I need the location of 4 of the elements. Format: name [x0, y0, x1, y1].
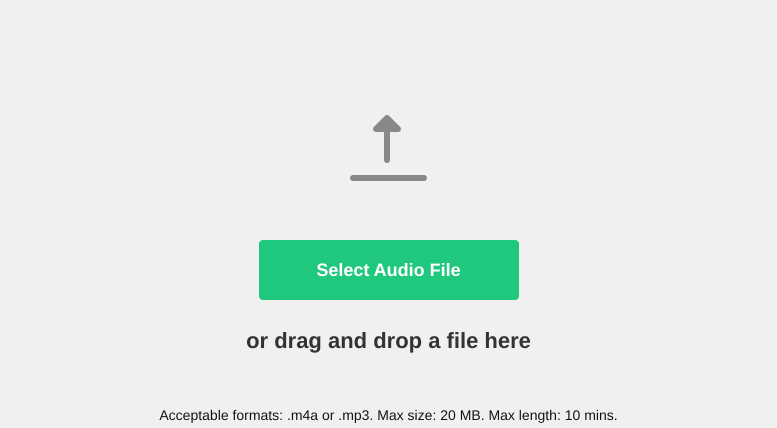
formats-note: Acceptable formats: .m4a or .mp3. Max size: 20 MB. Max length: 10 mins.	[159, 406, 618, 425]
drop-hint: or drag and drop a file here	[246, 327, 531, 355]
upload-icon	[348, 113, 428, 183]
select-file-button[interactable]: Select Audio File	[258, 240, 518, 300]
